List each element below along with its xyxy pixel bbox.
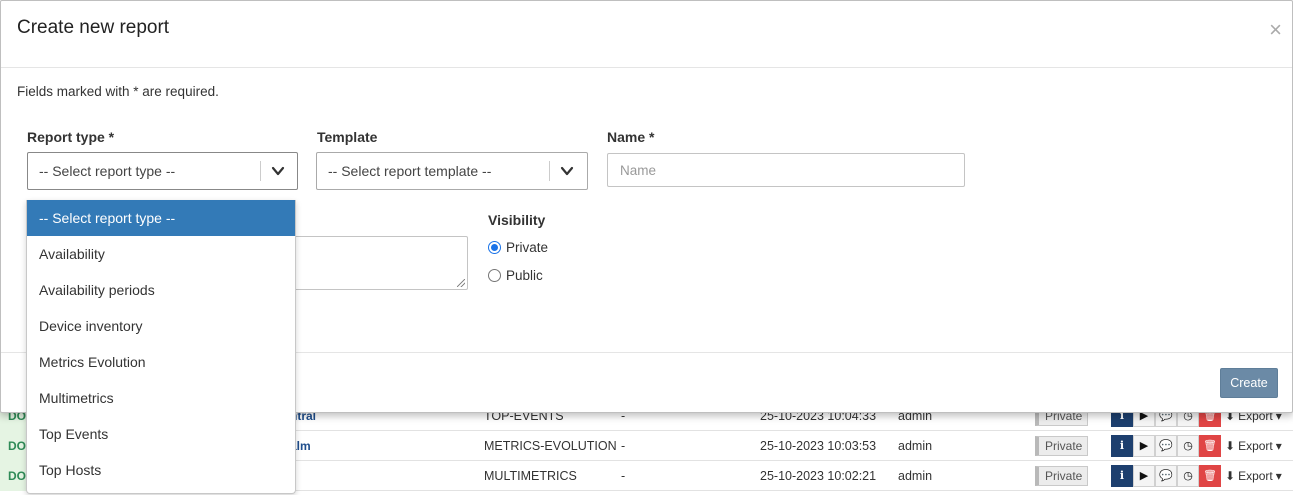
dropdown-option[interactable]: Top Hosts: [27, 452, 295, 488]
chevron-down-icon: [271, 166, 285, 176]
radio-public[interactable]: [488, 269, 501, 282]
template-value: -- Select report template --: [328, 163, 492, 179]
row-actions: i ▶ 💬 ◷ 🗑 ⬇ Export ▾: [1111, 435, 1293, 457]
row-actions: i ▶ 💬 ◷ 🗑 ⬇ Export ▾: [1111, 465, 1293, 487]
report-type-select[interactable]: -- Select report type --: [27, 152, 298, 190]
resize-grip-icon[interactable]: [457, 279, 465, 287]
required-fields-note: Fields marked with * are required.: [17, 84, 219, 99]
template-select[interactable]: -- Select report template --: [316, 152, 588, 190]
radio-private-label: Private: [506, 240, 549, 255]
dropdown-option[interactable]: -- Select report type --: [27, 200, 295, 236]
description-textarea[interactable]: [288, 236, 468, 290]
dropdown-option[interactable]: Top Events: [27, 416, 295, 452]
schedule-clock-icon[interactable]: ◷: [1177, 435, 1199, 457]
report-type-cell: METRICS-EVOLUTION: [484, 439, 617, 453]
trash-icon[interactable]: 🗑: [1199, 435, 1221, 457]
report-type-label: Report type *: [27, 129, 115, 145]
visibility-badge: Private: [1035, 466, 1088, 486]
trash-icon[interactable]: 🗑: [1199, 465, 1221, 487]
visibility-public-option[interactable]: Public: [488, 268, 543, 283]
dropdown-option[interactable]: Device inventory: [27, 308, 295, 344]
select-separator: [549, 161, 550, 181]
caret-down-icon: ▾: [1275, 469, 1282, 483]
dropdown-option[interactable]: Availability: [27, 236, 295, 272]
play-icon[interactable]: ▶: [1133, 435, 1155, 457]
play-icon[interactable]: ▶: [1133, 465, 1155, 487]
status-badge: DO: [0, 431, 28, 461]
export-button[interactable]: ⬇ Export ▾: [1221, 465, 1293, 487]
dropdown-option[interactable]: Metrics Evolution: [27, 344, 295, 380]
report-owner-cell: admin: [898, 469, 933, 483]
close-icon[interactable]: ×: [1269, 19, 1282, 41]
radio-public-label: Public: [506, 268, 543, 283]
report-description-cell: -: [621, 469, 626, 483]
dropdown-option[interactable]: Availability periods: [27, 272, 295, 308]
select-separator: [260, 161, 261, 181]
download-icon: ⬇: [1225, 439, 1236, 453]
radio-private[interactable]: [488, 241, 501, 254]
report-type-cell: MULTIMETRICS: [484, 469, 577, 483]
status-badge: DO: [0, 461, 28, 491]
template-label: Template: [317, 129, 378, 145]
modal-header: Create new report ×: [1, 1, 1292, 68]
report-description-cell: -: [621, 439, 626, 453]
info-icon[interactable]: i: [1111, 435, 1133, 457]
export-button[interactable]: ⬇ Export ▾: [1221, 435, 1293, 457]
name-label: Name *: [607, 129, 655, 145]
report-owner-cell: admin: [898, 439, 933, 453]
caret-down-icon: ▾: [1275, 439, 1282, 453]
comment-icon[interactable]: 💬: [1155, 465, 1177, 487]
visibility-label: Visibility: [488, 212, 546, 228]
name-input[interactable]: [607, 153, 965, 187]
schedule-clock-icon[interactable]: ◷: [1177, 465, 1199, 487]
modal-title: Create new report: [17, 17, 170, 38]
comment-icon[interactable]: 💬: [1155, 435, 1177, 457]
report-type-value: -- Select report type --: [39, 163, 176, 179]
report-date-cell: 25-10-2023 10:03:53: [760, 439, 877, 453]
create-button[interactable]: Create: [1220, 368, 1278, 398]
dropdown-option[interactable]: Multimetrics: [27, 380, 295, 416]
report-type-dropdown: -- Select report type -- Availability Av…: [26, 200, 296, 494]
visibility-private-option[interactable]: Private: [488, 240, 548, 255]
chevron-down-icon: [560, 166, 574, 176]
download-icon: ⬇: [1225, 469, 1236, 483]
report-date-cell: 25-10-2023 10:02:21: [760, 469, 877, 483]
visibility-badge: Private: [1035, 436, 1088, 456]
info-icon[interactable]: i: [1111, 465, 1133, 487]
